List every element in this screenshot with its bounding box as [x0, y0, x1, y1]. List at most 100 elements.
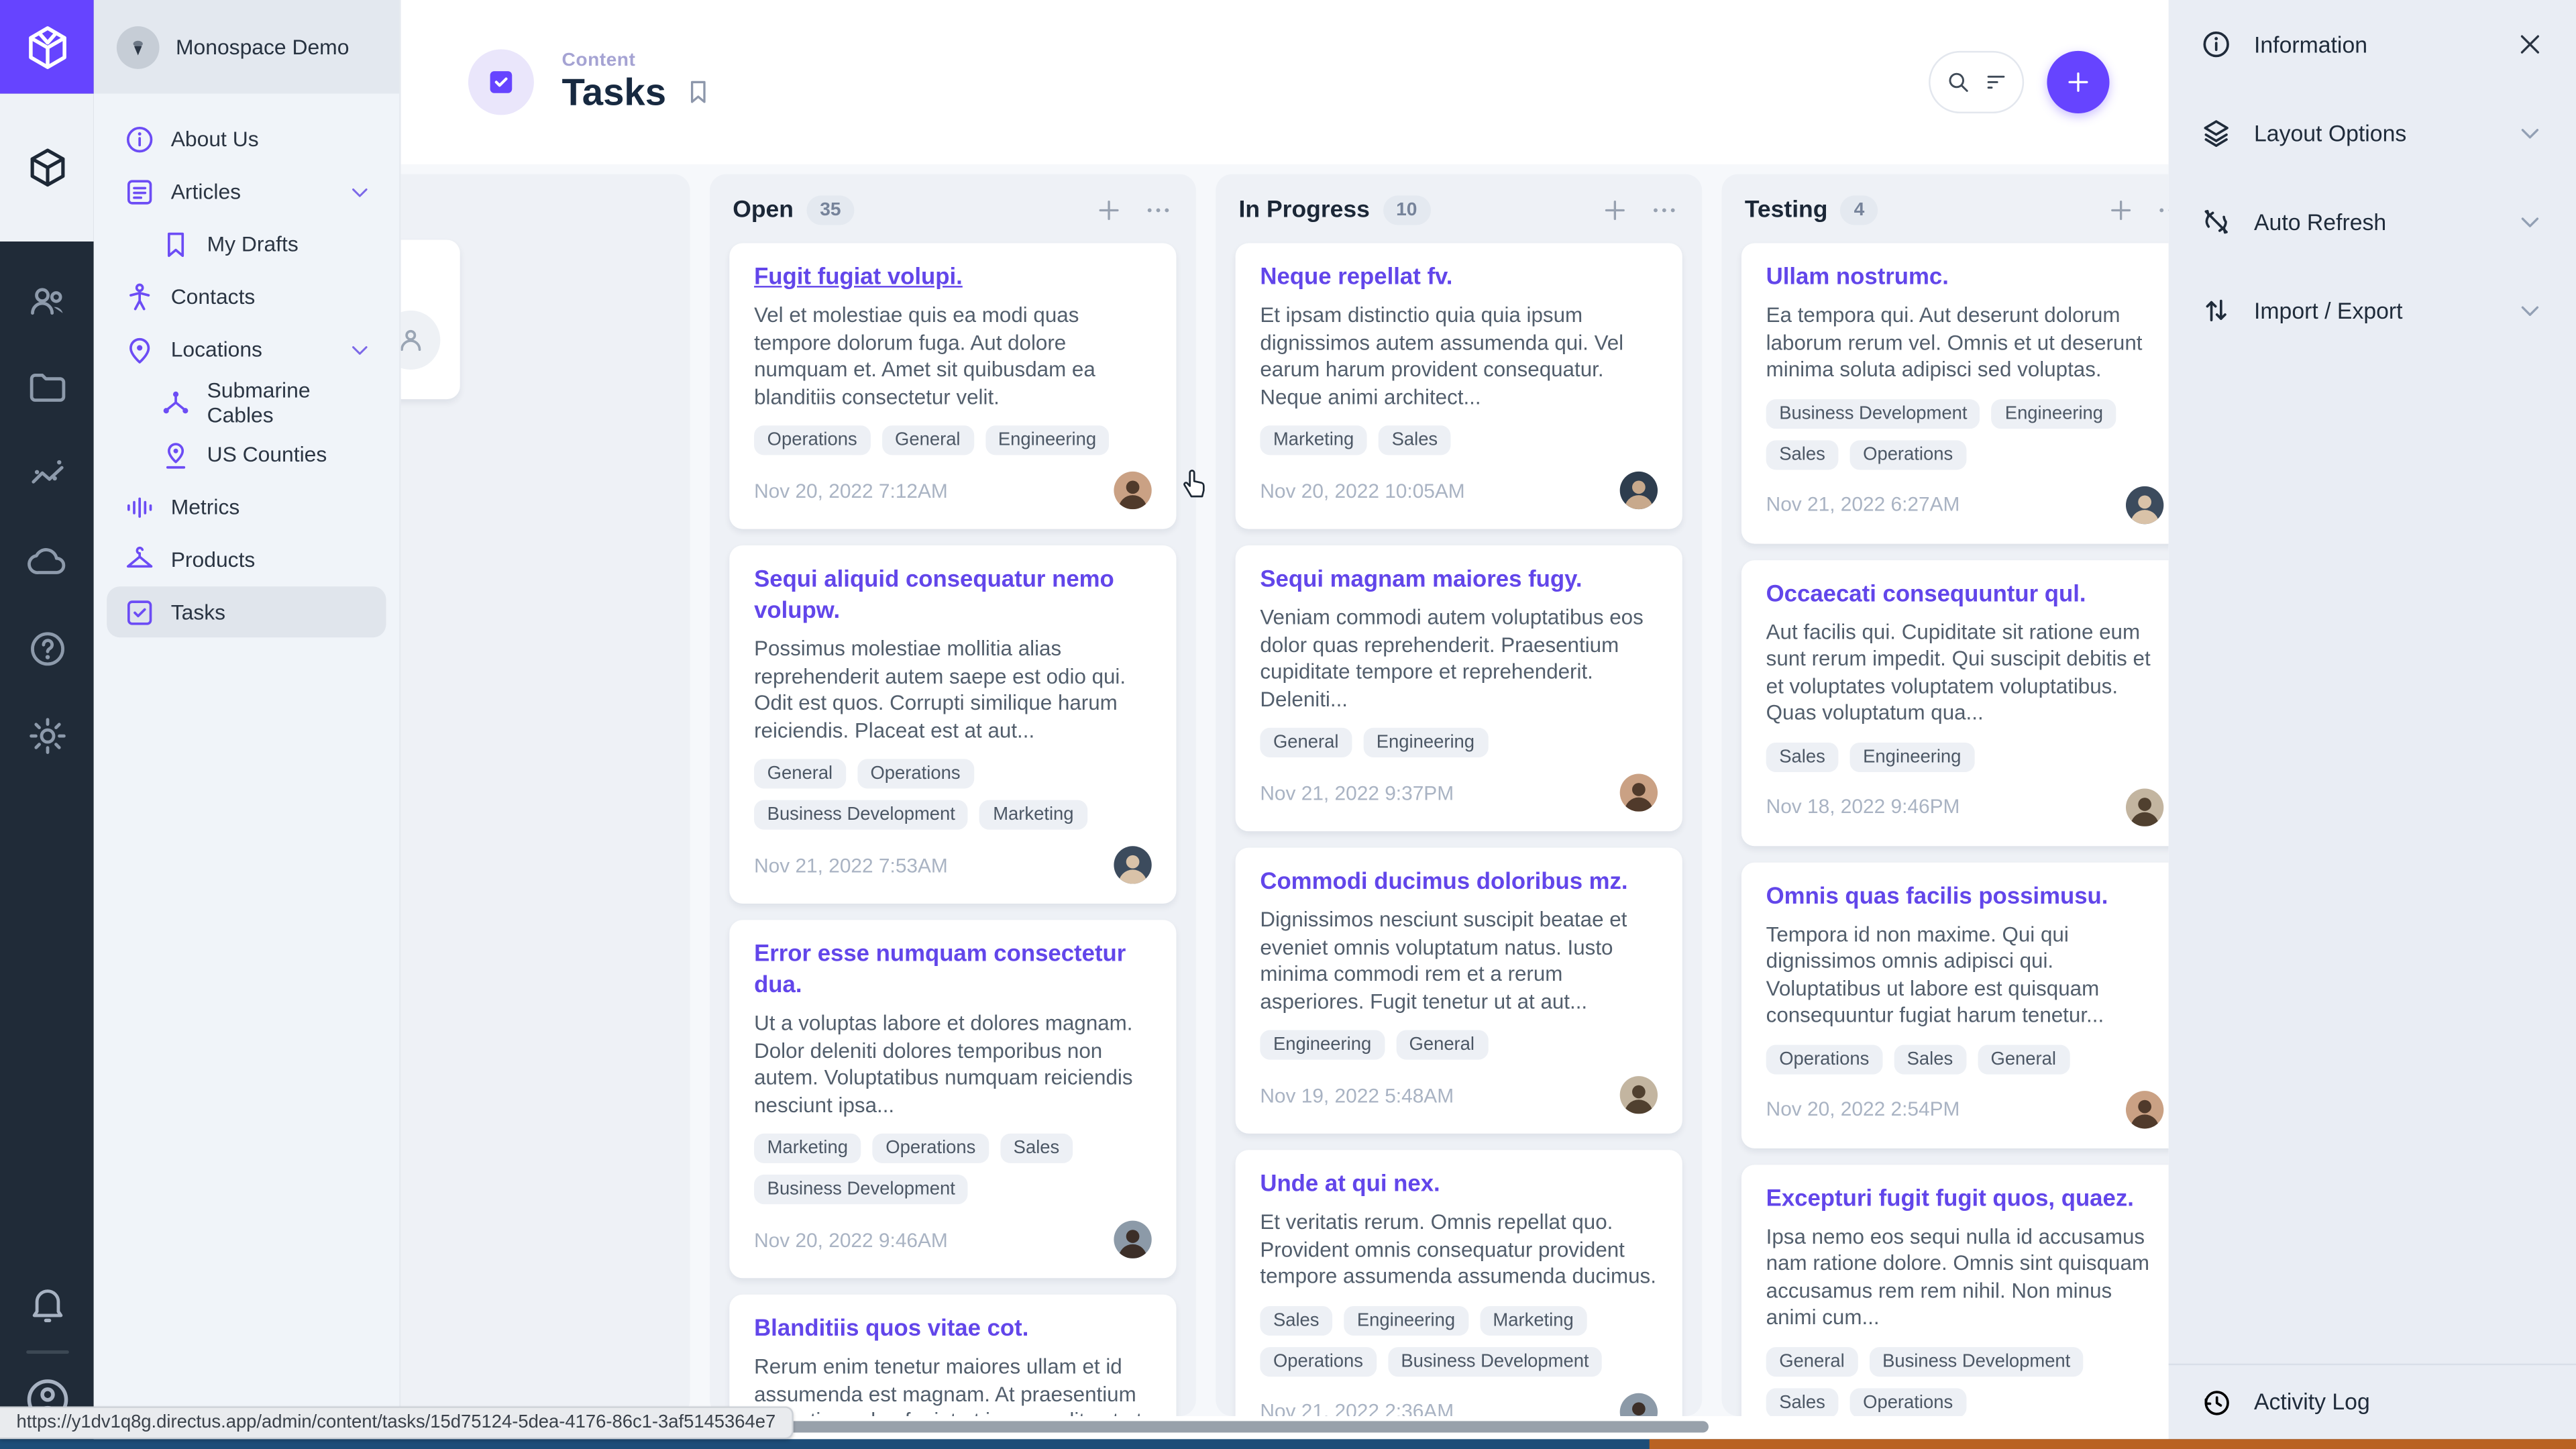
card-title[interactable]: Excepturi fugit fugit quos, quaez. [1766, 1183, 2164, 1215]
card-title[interactable]: Sequi aliquid consequatur nemo volupw. [754, 565, 1152, 627]
sidebar-item-information[interactable]: Information [2169, 0, 2576, 89]
bookmark-icon[interactable] [683, 77, 712, 107]
module-users[interactable] [24, 278, 70, 324]
task-card[interactable]: Error esse numquam consectetur dua. Ut a… [729, 920, 1176, 1278]
column-add-icon[interactable] [1600, 195, 1629, 225]
card-title[interactable]: Occaecati consequuntur qul. [1766, 579, 2164, 610]
right-sidebar: Information Layout Options Auto Refresh … [2169, 0, 2576, 1439]
task-card[interactable]: Fugit fugiat volupi. Vel et molestiae qu… [729, 243, 1176, 529]
task-card[interactable]: Excepturi fugit fugit quos, quaez. Ipsa … [1741, 1164, 2169, 1416]
card-title[interactable]: Fugit fugiat volupi. [754, 263, 1152, 294]
column-more-icon[interactable] [2155, 195, 2169, 225]
swap-vertical-icon [2200, 294, 2233, 327]
directus-logo[interactable] [0, 0, 94, 94]
card-date: Nov 21, 2022 9:37PM [1260, 781, 1454, 804]
sidebar-item-import-export[interactable]: Import / Export [2169, 266, 2576, 355]
task-card[interactable]: Occaecati consequuntur qul. Aut facilis … [1741, 559, 2169, 845]
module-help[interactable] [24, 626, 70, 672]
card-title[interactable]: Error esse numquam consectetur dua. [754, 940, 1152, 1002]
sidebar-item-auto-refresh[interactable]: Auto Refresh [2169, 177, 2576, 266]
history-icon [2200, 1386, 2233, 1419]
task-card[interactable]: Commodi ducimus doloribus mz. Dignissimo… [1236, 848, 1682, 1134]
column-cards: Ullam nostrumc. Ea tempora qui. Aut dese… [1741, 243, 2169, 1416]
task-card[interactable]: Omnis quas facilis possimusu. Tempora id… [1741, 861, 2169, 1147]
nav-item-contacts[interactable]: Contacts [107, 271, 386, 322]
card-tags: Business Development Engineering Sales O… [1766, 398, 2164, 469]
avatar [1114, 1221, 1151, 1258]
task-card[interactable]: Ullam nostrumc. Ea tempora qui. Aut dese… [1741, 243, 2169, 543]
module-settings[interactable] [24, 713, 70, 759]
notifications-button[interactable] [24, 1281, 70, 1328]
bottom-bar-segment [1650, 1439, 2576, 1449]
column-cards: Neque repellat fv. Et ipsam distinctio q… [1236, 243, 1682, 1416]
search-icon[interactable] [1944, 69, 1970, 95]
checkbox-icon [484, 66, 517, 99]
nav-item-metrics[interactable]: Metrics [107, 482, 386, 533]
card-title[interactable]: Omnis quas facilis possimusu. [1766, 881, 2164, 913]
kanban-board: ished task PM Open 35 [401, 164, 2169, 1416]
tag: Engineering [1992, 398, 2116, 428]
nav-item-about-us[interactable]: About Us [107, 113, 386, 164]
card-title[interactable]: Neque repellat fv. [1260, 263, 1658, 294]
tag: Marketing [1260, 425, 1366, 455]
breadcrumb[interactable]: Content [562, 51, 712, 70]
card-body: Tempora id non maxime. Qui qui dignissim… [1766, 921, 2164, 1030]
nav-item-my-drafts[interactable]: My Drafts [143, 219, 386, 270]
nav-item-label: Contacts [171, 284, 256, 309]
column-add-icon[interactable] [1094, 195, 1124, 225]
column-more-icon[interactable] [1143, 195, 1173, 225]
task-card[interactable]: ished task PM [401, 240, 460, 400]
nav-item-products[interactable]: Products [107, 534, 386, 585]
task-card[interactable]: Sequi magnam maiores fugy. Veniam commod… [1236, 545, 1682, 831]
card-title[interactable]: Blanditiis quos vitae cot. [754, 1314, 1152, 1346]
avatar [1620, 1393, 1658, 1417]
card-body: Et veritatis rerum. Omnis repellat quo. … [1260, 1209, 1658, 1290]
card-title[interactable]: Ullam nostrumc. [1766, 263, 2164, 294]
module-files[interactable] [24, 365, 70, 411]
card-title[interactable]: ished task [401, 263, 441, 289]
module-content[interactable] [0, 94, 94, 241]
card-tags: Sales Engineering [1766, 742, 2164, 771]
task-card[interactable]: Unde at qui nex. Et veritatis rerum. Omn… [1236, 1150, 1682, 1416]
nav-item-tasks[interactable]: Tasks [107, 586, 386, 637]
close-icon[interactable] [2515, 30, 2544, 59]
sidebar-item-label: Import / Export [2254, 298, 2403, 323]
avatar [2126, 486, 2163, 523]
avatar [1114, 846, 1151, 883]
sidebar-item-layout-options[interactable]: Layout Options [2169, 89, 2576, 177]
card-date: Nov 20, 2022 7:12AM [754, 479, 948, 502]
module-bar-bottom [0, 1281, 94, 1423]
nav-item-submarine-cables[interactable]: Submarine Cables [143, 376, 386, 427]
add-item-button[interactable] [2047, 51, 2109, 113]
task-card[interactable]: Neque repellat fv. Et ipsam distinctio q… [1236, 243, 1682, 529]
column-count-badge: 10 [1383, 195, 1431, 225]
nav-item-us-counties[interactable]: US Counties [143, 429, 386, 480]
search-filter-button[interactable] [1929, 51, 2024, 113]
card-body: Rerum enim tenetur maiores ullam et id a… [754, 1354, 1152, 1416]
filter-icon[interactable] [1982, 69, 2008, 95]
card-title[interactable]: Unde at qui nex. [1260, 1170, 1658, 1201]
box-icon [24, 145, 70, 191]
chevron-down-icon[interactable] [347, 336, 373, 362]
column-add-icon[interactable] [2106, 195, 2136, 225]
nav-item-label: US Counties [207, 442, 327, 467]
column-more-icon[interactable] [1650, 195, 1679, 225]
module-cloud[interactable] [24, 539, 70, 585]
activity-log-button[interactable]: Activity Log [2169, 1364, 2576, 1440]
map-pin-icon [123, 333, 156, 366]
task-card[interactable]: Sequi aliquid consequatur nemo volupw. P… [729, 545, 1176, 904]
project-header[interactable]: Monospace Demo [94, 0, 400, 94]
card-title[interactable]: Commodi ducimus doloribus mz. [1260, 867, 1658, 899]
nav-item-articles[interactable]: Articles [107, 166, 386, 217]
module-insights[interactable] [24, 451, 70, 498]
task-card[interactable]: Blanditiis quos vitae cot. Rerum enim te… [729, 1295, 1176, 1416]
status-url-tooltip: https://y1dv1q8g.directus.app/admin/cont… [0, 1406, 794, 1439]
nav-item-locations[interactable]: Locations [107, 323, 386, 374]
card-date: Nov 19, 2022 5:48AM [1260, 1083, 1454, 1106]
column-count-badge: 4 [1841, 195, 1878, 225]
tag: General [754, 759, 846, 788]
card-date: Nov 20, 2022 9:46AM [754, 1228, 948, 1251]
chevron-down-icon[interactable] [347, 178, 373, 205]
card-title[interactable]: Sequi magnam maiores fugy. [1260, 565, 1658, 596]
gear-icon [25, 714, 68, 757]
